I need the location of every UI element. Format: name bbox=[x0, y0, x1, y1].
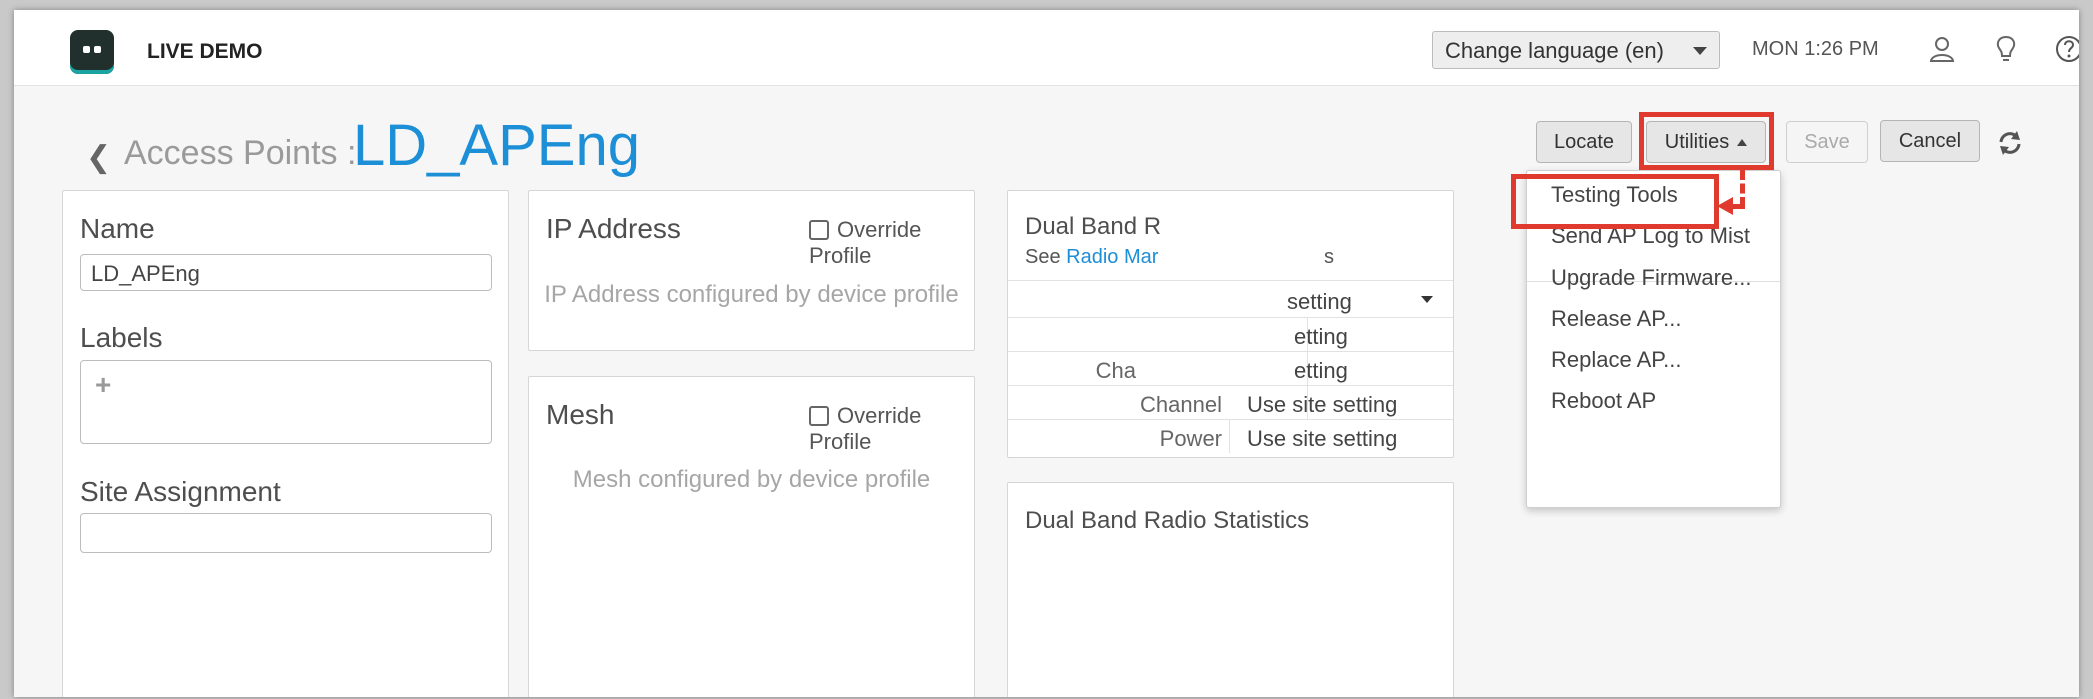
mesh-override-checkbox[interactable]: Override Profile bbox=[809, 403, 974, 455]
logo-eye bbox=[83, 46, 90, 53]
help-icon[interactable] bbox=[2054, 34, 2079, 64]
menu-item-release-ap[interactable]: Release AP... bbox=[1551, 306, 1681, 332]
name-input[interactable]: LD_APEng bbox=[80, 254, 492, 291]
add-label-icon[interactable]: + bbox=[95, 369, 111, 401]
ip-override-checkbox[interactable]: Override Profile bbox=[809, 217, 974, 269]
radio-row-label: Cha bbox=[1095, 358, 1136, 383]
radio-row-value: etting bbox=[1294, 324, 1348, 349]
mesh-title: Mesh bbox=[546, 399, 615, 430]
radio-row: Cha etting bbox=[1008, 351, 1453, 385]
name-card: Name LD_APEng Labels + Site Assignment bbox=[62, 190, 509, 697]
ip-address-title: IP Address bbox=[546, 213, 681, 244]
page-title: LD_APEng bbox=[353, 113, 640, 178]
radio-row-value: etting bbox=[1294, 358, 1348, 383]
chevron-left-icon[interactable]: ❮ bbox=[86, 140, 111, 175]
user-icon[interactable] bbox=[1927, 34, 1957, 64]
refresh-icon[interactable] bbox=[1996, 129, 2024, 157]
annotation-arrow-icon bbox=[1717, 197, 1733, 215]
menu-item-upgrade-firmware[interactable]: Upgrade Firmware... bbox=[1551, 265, 1752, 291]
checkbox[interactable] bbox=[809, 220, 829, 240]
chevron-down-icon bbox=[1693, 47, 1707, 55]
org-name[interactable]: LIVE DEMO bbox=[147, 40, 263, 64]
radio-row[interactable]: setting bbox=[1008, 280, 1453, 317]
radio-row-value: setting bbox=[1287, 289, 1352, 314]
utilities-highlight-box bbox=[1639, 112, 1774, 170]
radio-management-link[interactable]: Radio Mar bbox=[1066, 246, 1158, 268]
logo-eye bbox=[94, 46, 101, 53]
menu-item-replace-ap[interactable]: Replace AP... bbox=[1551, 347, 1681, 373]
name-input-value: LD_APEng bbox=[91, 261, 200, 286]
name-label: Name bbox=[80, 213, 155, 244]
cancel-button[interactable]: Cancel bbox=[1880, 120, 1980, 162]
mesh-card: Mesh Override Profile Mesh configured by… bbox=[528, 376, 975, 697]
radio-row: Channel Use site setting bbox=[1008, 385, 1453, 419]
mist-logo-icon[interactable] bbox=[70, 30, 114, 74]
mesh-message: Mesh configured by device profile bbox=[572, 466, 931, 493]
radio-row: Power Use site setting bbox=[1008, 419, 1453, 459]
site-assignment-select[interactable] bbox=[80, 513, 492, 553]
language-select-value: Change language (en) bbox=[1445, 38, 1664, 63]
radio-row-label: Power bbox=[1159, 426, 1222, 451]
top-bar: LIVE DEMO Change language (en) MON 1:26 … bbox=[14, 10, 2079, 86]
app-window: LIVE DEMO Change language (en) MON 1:26 … bbox=[14, 10, 2079, 697]
radio-row-label: Channel bbox=[1140, 392, 1222, 417]
locate-button[interactable]: Locate bbox=[1536, 121, 1632, 163]
clock: MON 1:26 PM bbox=[1752, 38, 1879, 60]
radio-row-value: Use site setting bbox=[1247, 392, 1398, 417]
labels-label: Labels bbox=[80, 322, 163, 353]
radio-row-value: Use site setting bbox=[1247, 426, 1398, 451]
checkbox[interactable] bbox=[809, 406, 829, 426]
ip-address-card: IP Address Override Profile IP Address c… bbox=[528, 190, 975, 351]
save-button[interactable]: Save bbox=[1786, 121, 1868, 163]
chevron-down-icon bbox=[1421, 296, 1433, 303]
menu-item-reboot-ap[interactable]: Reboot AP bbox=[1551, 388, 1656, 414]
ip-address-message: IP Address configured by device profile bbox=[544, 281, 959, 308]
radio-management-note: See Radio Mar bbox=[1025, 246, 1158, 269]
annotation-dashed-line bbox=[1740, 170, 1745, 207]
radio-row: etting bbox=[1008, 317, 1453, 351]
labels-input[interactable]: + bbox=[80, 360, 492, 444]
testing-tools-highlight-box bbox=[1511, 174, 1719, 229]
radio-card-title: Dual Band R bbox=[1025, 213, 1162, 240]
site-assignment-label: Site Assignment bbox=[80, 476, 281, 507]
dual-band-radio-card: Dual Band R See Radio Mar s setting etti… bbox=[1007, 190, 1454, 458]
lightbulb-icon[interactable] bbox=[1991, 34, 2021, 64]
radio-statistics-title: Dual Band Radio Statistics bbox=[1025, 507, 1310, 534]
breadcrumb-parent[interactable]: Access Points : bbox=[124, 134, 356, 173]
annotation-dashed-line bbox=[1732, 204, 1745, 209]
see-prefix: See bbox=[1025, 246, 1067, 268]
radio-statistics-card: Dual Band Radio Statistics bbox=[1007, 482, 1454, 697]
radio-management-trailing: s bbox=[1324, 246, 1334, 268]
row-separator bbox=[1229, 420, 1230, 453]
language-select[interactable]: Change language (en) bbox=[1432, 31, 1720, 69]
